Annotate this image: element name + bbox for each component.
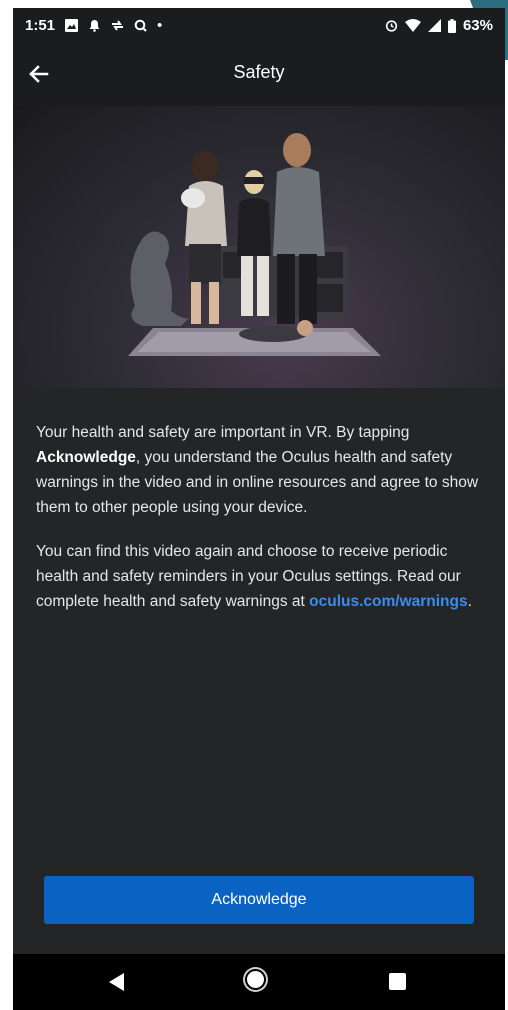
hero-video-thumbnail[interactable] [13, 106, 505, 388]
acknowledge-emphasis: Acknowledge [36, 449, 136, 466]
status-time: 1:51 [25, 17, 56, 34]
safety-paragraph-2: You can find this video again and choose… [36, 543, 472, 610]
status-left: 1:51 • [25, 17, 162, 34]
safety-paragraph-1: Your health and safety are important in … [36, 424, 479, 516]
wifi-icon [404, 19, 421, 32]
gallery-icon [65, 19, 79, 32]
dinosaur-shape [130, 231, 189, 326]
notification-icon [88, 19, 101, 32]
signal-icon [427, 19, 441, 32]
app-bar: Safety [13, 42, 505, 106]
nav-home-icon[interactable] [247, 971, 264, 988]
nav-recents-icon[interactable] [389, 973, 406, 990]
battery-percent: 63% [462, 17, 493, 34]
status-right: 63% [385, 17, 493, 34]
phone-screen: 1:51 • 63% Safety Your health and safety… [13, 8, 505, 1010]
sync-icon [111, 19, 124, 32]
system-nav-bar [13, 954, 505, 1010]
alarm-icon [385, 19, 398, 32]
battery-icon [447, 19, 456, 33]
safety-body-text: Your health and safety are important in … [36, 420, 486, 633]
page-title: Safety [233, 62, 285, 82]
search-app-icon [134, 19, 147, 32]
nav-back-icon[interactable] [109, 973, 124, 991]
status-dot: • [157, 17, 163, 34]
family-illustration [128, 133, 381, 356]
acknowledge-button[interactable]: Acknowledge [44, 876, 474, 924]
warnings-link[interactable]: oculus.com/warnings [309, 593, 467, 610]
acknowledge-button-label: Acknowledge [211, 891, 307, 908]
status-bar: 1:51 • 63% [13, 8, 505, 42]
